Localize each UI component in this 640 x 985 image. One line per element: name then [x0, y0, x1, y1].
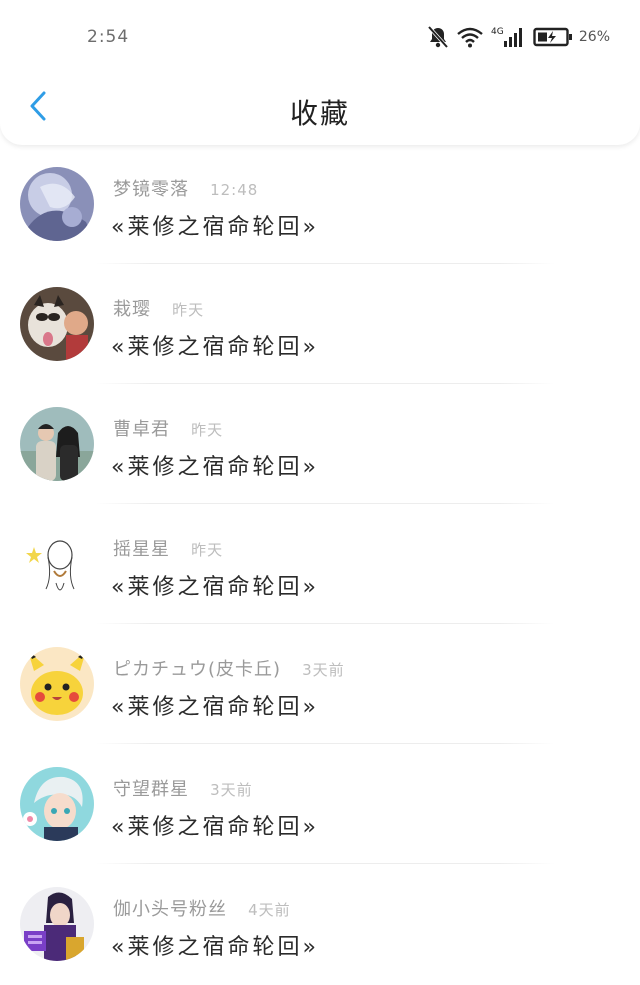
couple-photo-avatar[interactable] [20, 407, 94, 481]
divider [95, 503, 555, 504]
divider [95, 743, 555, 744]
username[interactable]: ピカチュウ(皮卡丘) [113, 659, 281, 680]
fantasy-art-avatar[interactable] [20, 167, 94, 241]
username[interactable]: 伽小头号粉丝 [113, 899, 227, 920]
timestamp: 3天前 [210, 781, 253, 799]
status-icons: 4G 26% [419, 24, 610, 50]
purple-character-avatar[interactable] [20, 887, 94, 961]
story-title[interactable]: «莱修之宿命轮回» [111, 449, 319, 481]
username[interactable]: 守望群星 [113, 779, 189, 800]
cellular-signal-icon: 4G [491, 25, 525, 49]
status-time: 2:54 [87, 27, 130, 47]
divider [95, 623, 555, 624]
divider [95, 383, 555, 384]
status-bar: 2:54 4G 26% [0, 0, 640, 76]
network-type-label: 4G [491, 27, 504, 37]
list-item[interactable]: 梦镜零落 12:48 «莱修之宿命轮回» [0, 145, 640, 265]
timestamp: 12:48 [210, 181, 259, 199]
item-meta: 曹卓君 昨天 [113, 415, 223, 441]
sketch-girl-avatar[interactable] [20, 527, 94, 601]
timestamp: 昨天 [191, 421, 224, 439]
list-item[interactable]: 伽小头号粉丝 4天前 «莱修之宿命轮回» [0, 865, 640, 985]
username[interactable]: 梦镜零落 [113, 179, 189, 200]
timestamp: 4天前 [248, 901, 291, 919]
item-meta: 守望群星 3天前 [113, 775, 253, 801]
battery-icon [533, 26, 573, 48]
list-item[interactable]: 曹卓君 昨天 «莱修之宿命轮回» [0, 385, 640, 505]
username[interactable]: 曹卓君 [113, 419, 170, 440]
item-meta: 伽小头号粉丝 4天前 [113, 895, 291, 921]
battery-percent: 26% [578, 29, 610, 45]
item-meta: ピカチュウ(皮卡丘) 3天前 [113, 655, 345, 681]
favorites-list: 梦镜零落 12:48 «莱修之宿命轮回» 栽璎 昨天 «莱修之宿命轮回» 曹卓君… [0, 145, 640, 985]
list-item[interactable]: 栽璎 昨天 «莱修之宿命轮回» [0, 265, 640, 385]
list-item[interactable]: 守望群星 3天前 «莱修之宿命轮回» [0, 745, 640, 865]
wifi-icon [457, 26, 483, 48]
list-item[interactable]: ピカチュウ(皮卡丘) 3天前 «莱修之宿命轮回» [0, 625, 640, 745]
divider [95, 263, 555, 264]
timestamp: 3天前 [302, 661, 345, 679]
username[interactable]: 栽璎 [113, 299, 151, 320]
story-title[interactable]: «莱修之宿命轮回» [111, 929, 319, 961]
item-meta: 摇星星 昨天 [113, 535, 223, 561]
dog-photo-avatar[interactable] [20, 287, 94, 361]
anime-boy-avatar[interactable] [20, 767, 94, 841]
list-item[interactable]: 摇星星 昨天 «莱修之宿命轮回» [0, 505, 640, 625]
item-meta: 栽璎 昨天 [113, 295, 204, 321]
item-meta: 梦镜零落 12:48 [113, 175, 258, 201]
story-title[interactable]: «莱修之宿命轮回» [111, 569, 319, 601]
username[interactable]: 摇星星 [113, 539, 170, 560]
story-title[interactable]: «莱修之宿命轮回» [111, 329, 319, 361]
divider [95, 863, 555, 864]
page-title: 收藏 [289, 97, 350, 130]
pikachu-avatar[interactable] [20, 647, 94, 721]
mute-bell-icon [427, 25, 449, 49]
top-header: 2:54 4G 26% 收藏 [0, 0, 640, 145]
story-title[interactable]: «莱修之宿命轮回» [111, 209, 319, 241]
timestamp: 昨天 [191, 541, 224, 559]
timestamp: 昨天 [172, 301, 205, 319]
story-title[interactable]: «莱修之宿命轮回» [111, 809, 319, 841]
story-title[interactable]: «莱修之宿命轮回» [111, 689, 319, 721]
